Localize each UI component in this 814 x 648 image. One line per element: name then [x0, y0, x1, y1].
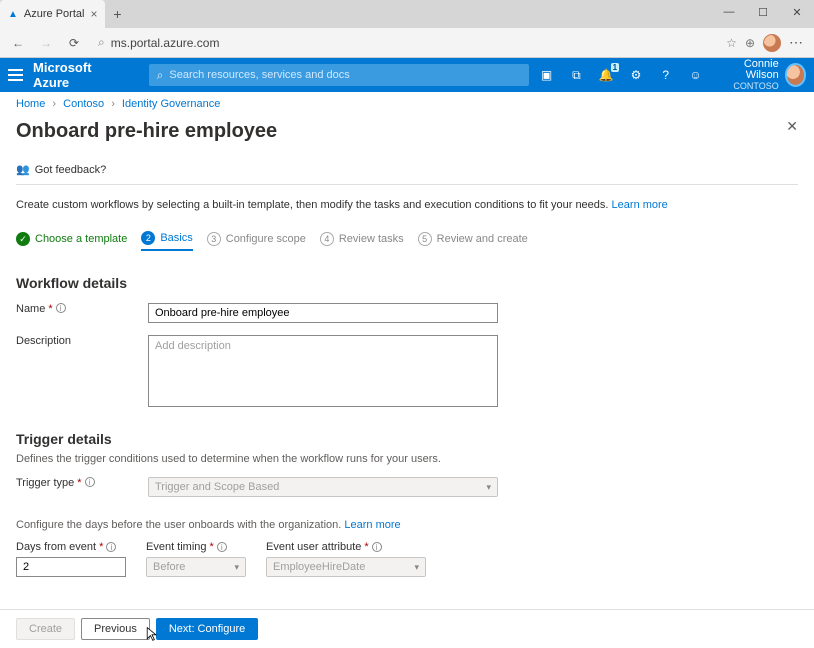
breadcrumb-contoso[interactable]: Contoso [63, 98, 104, 110]
info-icon[interactable]: i [85, 477, 95, 487]
user-org: CONTOSO [717, 81, 778, 92]
search-input[interactable] [169, 69, 520, 81]
page-title: Onboard pre-hire employee [16, 120, 798, 143]
notification-badge: 1 [611, 63, 619, 72]
step-choose-template[interactable]: Choose a template [16, 232, 127, 250]
days-from-event-label: Days from event*i [16, 541, 126, 553]
step-configure-scope[interactable]: 3 Configure scope [207, 232, 306, 250]
create-button[interactable]: Create [16, 618, 75, 640]
trigger-details-heading: Trigger details [16, 431, 798, 447]
intro-text: Create custom workflows by selecting a b… [16, 199, 798, 211]
breadcrumb: Home › Contoso › Identity Governance [0, 92, 814, 116]
learn-more-link[interactable]: Learn more [612, 199, 668, 211]
step-label: Review and create [437, 233, 528, 245]
step-label: Basics [160, 232, 192, 244]
step-basics[interactable]: 2 Basics [141, 231, 192, 251]
breadcrumb-home[interactable]: Home [16, 98, 45, 110]
user-name: Connie Wilson [717, 59, 778, 81]
step-number: 4 [320, 232, 334, 246]
chevron-down-icon: ▾ [486, 482, 491, 493]
notifications-icon[interactable]: 🔔1 [598, 66, 614, 84]
window-controls: — ☐ ✕ [712, 0, 814, 24]
browser-chrome: ▲ Azure Portal × + — ☐ ✕ ← → ⟳ ⌕ ms.port… [0, 0, 814, 58]
step-label: Choose a template [35, 233, 127, 245]
event-user-attribute-select[interactable]: EmployeeHireDate ▾ [266, 557, 426, 577]
address-bar: ← → ⟳ ⌕ ms.portal.azure.com ☆ ⊕ ⋯ [0, 28, 814, 58]
trigger-hint: Defines the trigger conditions used to d… [16, 453, 798, 465]
check-icon [16, 232, 30, 246]
info-icon[interactable]: i [56, 303, 66, 313]
favorite-icon[interactable]: ☆ [726, 36, 737, 50]
info-icon[interactable]: i [106, 542, 116, 552]
workflow-details-heading: Workflow details [16, 275, 798, 291]
page-body: Onboard pre-hire employee ✕ Got feedback… [0, 116, 814, 577]
feedback-icon[interactable]: ☺ [688, 66, 704, 84]
step-number: 2 [141, 231, 155, 245]
global-search[interactable]: ⌕ [149, 64, 529, 86]
back-button[interactable]: ← [6, 31, 30, 55]
minimize-button[interactable]: — [712, 0, 746, 24]
intro-copy: Create custom workflows by selecting a b… [16, 199, 608, 211]
azure-top-bar: Microsoft Azure ⌕ ▣ ⧉ 🔔1 ⚙ ? ☺ Connie Wi… [0, 58, 814, 92]
user-avatar-icon [785, 63, 806, 87]
previous-button[interactable]: Previous [81, 618, 150, 640]
new-tab-button[interactable]: + [105, 6, 129, 22]
feedback-label: Got feedback? [35, 164, 107, 176]
breadcrumb-identity-governance[interactable]: Identity Governance [122, 98, 220, 110]
settings-icon[interactable]: ⚙ [628, 66, 644, 84]
workflow-description-input[interactable] [148, 335, 498, 407]
select-value: Before [153, 561, 185, 573]
tab-strip: ▲ Azure Portal × + — ☐ ✕ [0, 0, 814, 28]
close-blade-icon[interactable]: ✕ [786, 118, 798, 135]
url-field[interactable]: ⌕ ms.portal.azure.com [90, 32, 722, 54]
learn-more-link[interactable]: Learn more [344, 519, 400, 531]
step-label: Configure scope [226, 233, 306, 245]
user-menu[interactable]: Connie Wilson CONTOSO [717, 59, 806, 92]
search-icon: ⌕ [98, 35, 105, 50]
refresh-button[interactable]: ⟳ [62, 31, 86, 55]
feedback-link[interactable]: Got feedback? [16, 163, 798, 185]
hamburger-menu-icon[interactable] [8, 69, 23, 81]
url-text: ms.portal.azure.com [111, 36, 714, 50]
browser-tab[interactable]: ▲ Azure Portal × [0, 0, 105, 28]
info-icon[interactable]: i [217, 542, 227, 552]
step-review-create[interactable]: 5 Review and create [418, 232, 528, 250]
configure-days-hint: Configure the days before the user onboa… [16, 519, 798, 531]
brand-title[interactable]: Microsoft Azure [33, 60, 115, 90]
cloud-shell-icon[interactable]: ▣ [539, 66, 555, 84]
chevron-down-icon: ▾ [414, 562, 419, 573]
event-timing-select[interactable]: Before ▾ [146, 557, 246, 577]
description-label: Description [16, 335, 148, 407]
wizard-steps: Choose a template 2 Basics 3 Configure s… [16, 231, 798, 251]
forward-button[interactable]: → [34, 31, 58, 55]
wizard-footer: Create Previous Next: Configure [0, 609, 814, 648]
step-number: 3 [207, 232, 221, 246]
tab-title: Azure Portal [24, 8, 85, 20]
trigger-type-select[interactable]: Trigger and Scope Based ▾ [148, 477, 498, 497]
event-user-attribute-label: Event user attribute*i [266, 541, 426, 553]
workflow-name-input[interactable] [148, 303, 498, 323]
search-icon: ⌕ [157, 68, 164, 83]
profile-avatar-icon[interactable] [763, 34, 781, 52]
info-icon[interactable]: i [372, 542, 382, 552]
collections-icon[interactable]: ⊕ [745, 36, 755, 50]
trigger-type-label: Trigger type*i [16, 477, 148, 497]
event-timing-label: Event timing*i [146, 541, 246, 553]
maximize-button[interactable]: ☐ [746, 0, 780, 24]
step-label: Review tasks [339, 233, 404, 245]
close-window-button[interactable]: ✕ [780, 0, 814, 24]
select-value: EmployeeHireDate [273, 561, 365, 573]
step-number: 5 [418, 232, 432, 246]
name-label: Name*i [16, 303, 148, 323]
select-value: Trigger and Scope Based [155, 481, 279, 493]
next-configure-button[interactable]: Next: Configure [156, 618, 258, 640]
help-icon[interactable]: ? [658, 66, 674, 84]
directories-icon[interactable]: ⧉ [568, 66, 584, 84]
chevron-down-icon: ▾ [234, 562, 239, 573]
step-review-tasks[interactable]: 4 Review tasks [320, 232, 404, 250]
close-tab-icon[interactable]: × [90, 7, 97, 21]
azure-favicon-icon: ▲ [8, 9, 18, 20]
browser-menu-icon[interactable]: ⋯ [789, 34, 804, 51]
days-from-event-input[interactable] [16, 557, 126, 577]
